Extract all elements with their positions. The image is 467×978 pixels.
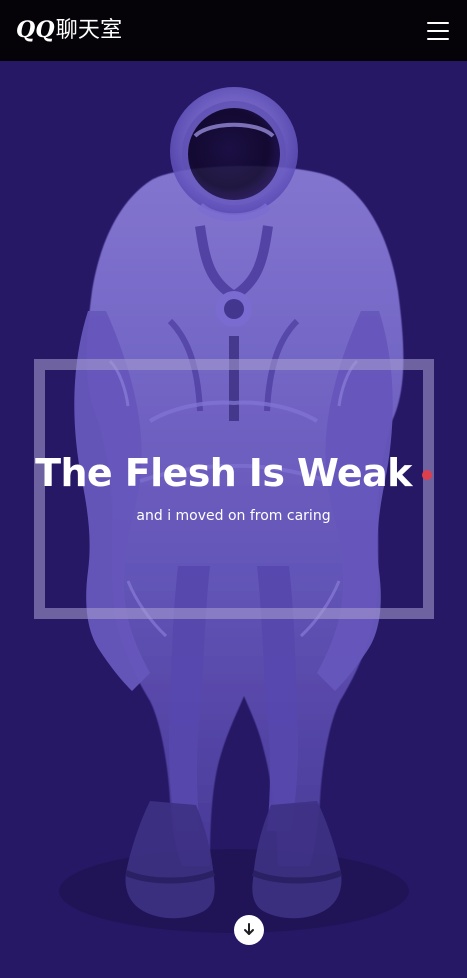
scroll-down-button[interactable] <box>234 915 264 945</box>
top-navbar: QQ聊天室 <box>0 0 467 61</box>
title-dot <box>421 470 432 480</box>
menu-line <box>427 37 449 40</box>
menu-line <box>427 29 449 32</box>
brand-latin: QQ <box>16 17 55 43</box>
site-brand[interactable]: QQ聊天室 <box>16 19 122 42</box>
hero-subtitle: and i moved on from caring <box>136 508 331 524</box>
hero-title-text: The Flesh Is Weak <box>35 451 412 495</box>
hero-title: The Flesh Is Weak <box>0 451 467 495</box>
menu-line <box>427 21 449 24</box>
brand-cjk: 聊天室 <box>55 18 123 43</box>
arrow-down-icon <box>244 923 254 935</box>
hamburger-menu-icon[interactable] <box>427 21 449 40</box>
hero-section: The Flesh Is Weak and i moved on from ca… <box>0 61 467 978</box>
